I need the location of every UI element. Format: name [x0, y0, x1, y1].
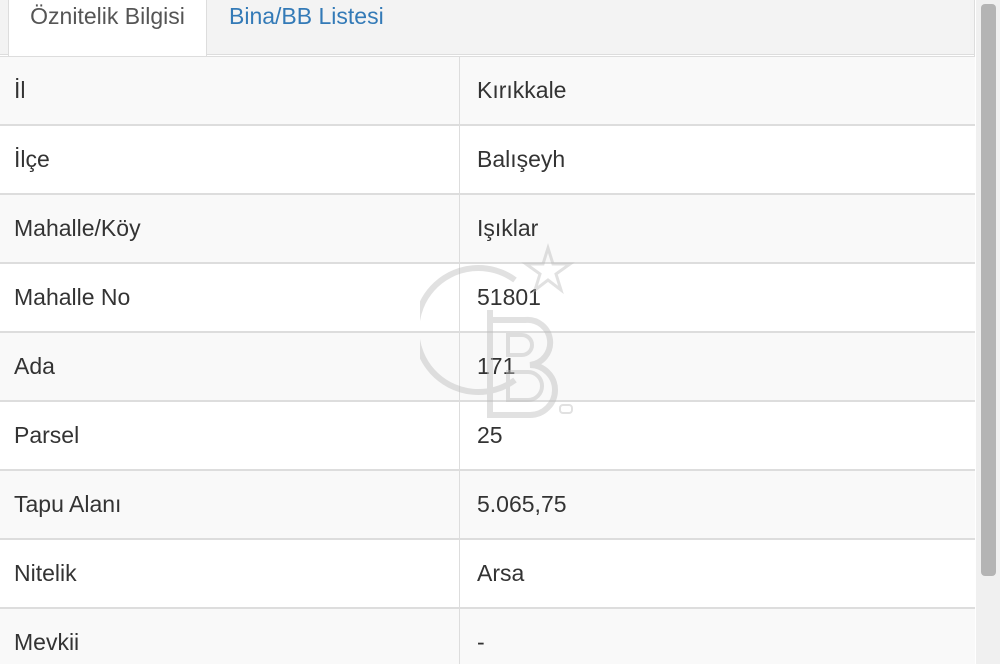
table-row: Nitelik Arsa: [0, 539, 975, 609]
tab-bar: Öznitelik Bilgisi Bina/BB Listesi: [0, 0, 975, 56]
column-divider: [459, 195, 460, 264]
attribute-value: 171: [477, 353, 516, 379]
table-row: Mevkii -: [0, 608, 975, 664]
column-divider: [459, 540, 460, 609]
attribute-label: Mahalle/Köy: [14, 215, 141, 241]
attribute-label: İlçe: [14, 146, 50, 172]
scrollbar-thumb[interactable]: [981, 4, 996, 576]
tab-attribute-info[interactable]: Öznitelik Bilgisi: [8, 0, 207, 56]
table-row: Parsel 25: [0, 401, 975, 471]
tab-label: Bina/BB Listesi: [229, 3, 384, 29]
attribute-label: Nitelik: [14, 560, 77, 586]
attribute-value: -: [477, 629, 485, 655]
column-divider: [459, 264, 460, 333]
column-divider: [459, 126, 460, 195]
attribute-value: 51801: [477, 284, 541, 310]
table-row: İl Kırıkkale: [0, 56, 975, 126]
attribute-value: Kırıkkale: [477, 77, 567, 103]
attribute-label: Ada: [14, 353, 55, 379]
attribute-value: Işıklar: [477, 215, 539, 241]
table-row: Ada 171: [0, 332, 975, 402]
column-divider: [459, 471, 460, 540]
column-divider: [459, 609, 460, 664]
table-row: Mahalle/Köy Işıklar: [0, 194, 975, 264]
table-row: İlçe Balışeyh: [0, 125, 975, 195]
attribute-value: 5.065,75: [477, 491, 567, 517]
column-divider: [459, 402, 460, 471]
attribute-label: Parsel: [14, 422, 80, 448]
tab-label: Öznitelik Bilgisi: [30, 3, 185, 29]
column-divider: [459, 333, 460, 402]
attribute-value: Arsa: [477, 560, 525, 586]
attribute-label: Mahalle No: [14, 284, 131, 310]
attribute-value: 25: [477, 422, 503, 448]
table-row: Tapu Alanı 5.065,75: [0, 470, 975, 540]
attribute-panel: Öznitelik Bilgisi Bina/BB Listesi İl Kırı…: [0, 0, 1000, 664]
column-divider: [459, 57, 460, 126]
attribute-value: Balışeyh: [477, 146, 566, 172]
tab-building-list[interactable]: Bina/BB Listesi: [229, 0, 429, 56]
attribute-label: Mevkii: [14, 629, 80, 655]
attribute-label: Tapu Alanı: [14, 491, 122, 517]
attribute-label: İl: [14, 77, 26, 103]
table-row: Mahalle No 51801: [0, 263, 975, 333]
